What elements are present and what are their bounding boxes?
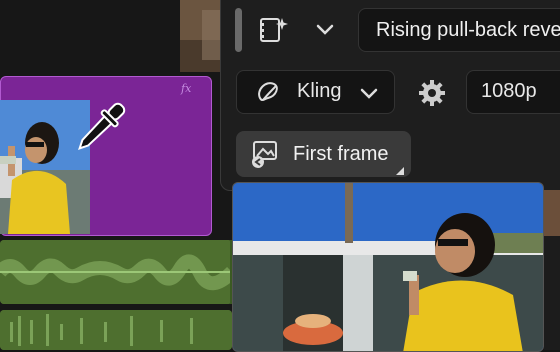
reference-frame-label: First frame <box>293 143 389 165</box>
audio-clip[interactable] <box>0 310 232 350</box>
resolution-label: 1080p <box>481 80 537 102</box>
model-label: Kling <box>297 80 342 102</box>
first-frame-preview[interactable] <box>232 182 544 352</box>
audio-clip[interactable] <box>0 240 232 304</box>
generative-video-icon[interactable] <box>258 14 290 46</box>
menu-indicator-icon <box>396 162 404 175</box>
fx-badge: fx <box>181 82 192 95</box>
panel-drag-handle[interactable] <box>235 8 242 52</box>
image-frame-icon <box>249 139 279 169</box>
kling-logo-icon <box>254 78 282 106</box>
gear-icon[interactable] <box>417 78 447 108</box>
timeline-clip-thumbnail[interactable] <box>180 0 220 72</box>
clip-thumbnail-edge <box>544 190 560 236</box>
eyedropper-icon <box>66 98 130 162</box>
clip-thumbnail-edge <box>544 236 560 350</box>
chevron-down-icon <box>358 82 380 104</box>
chevron-down-icon[interactable] <box>314 18 336 40</box>
prompt-input[interactable]: Rising pull-back reve <box>358 8 560 52</box>
